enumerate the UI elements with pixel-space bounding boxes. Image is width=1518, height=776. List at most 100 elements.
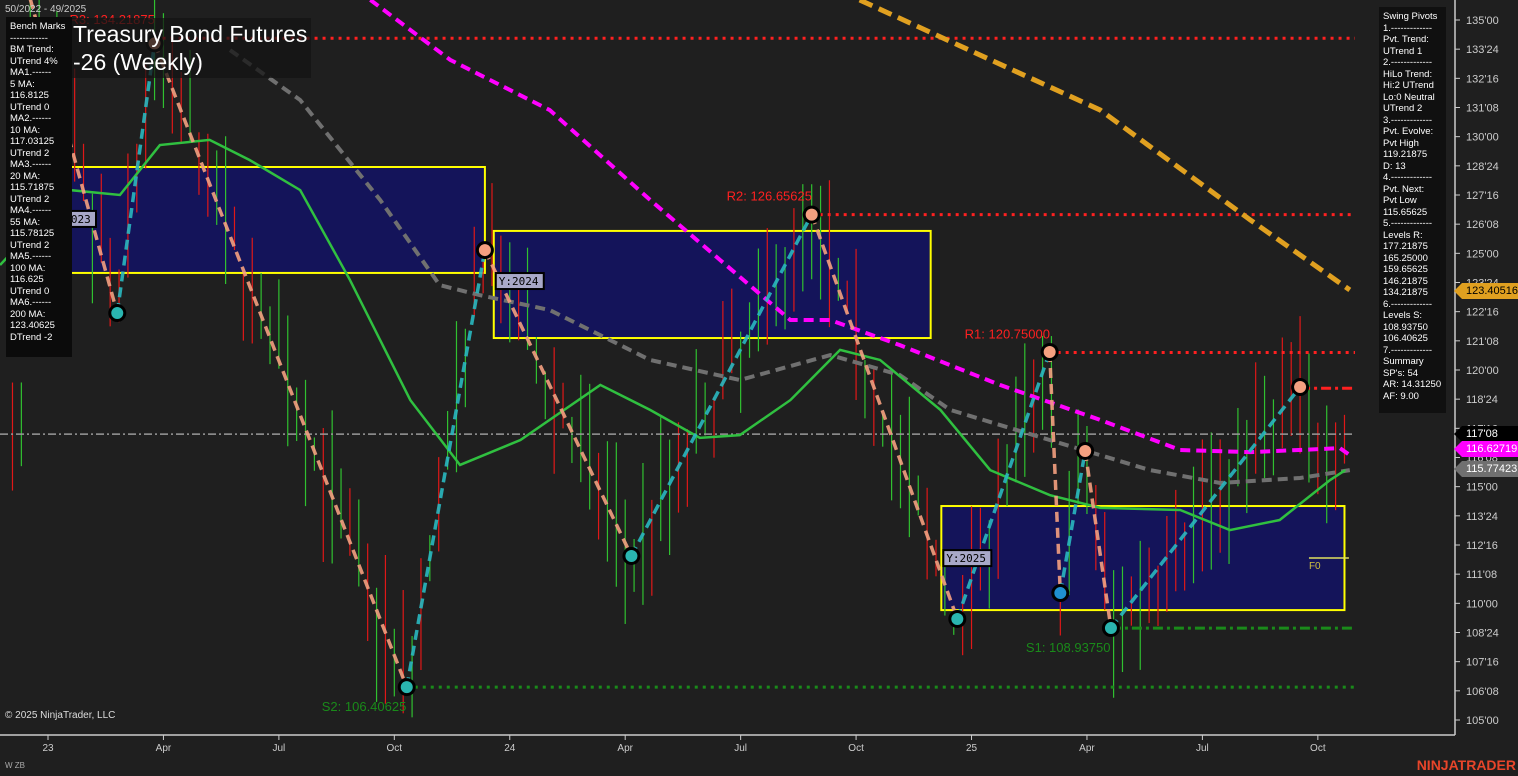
year-box <box>492 229 932 340</box>
panel-line: 7.------------- <box>1383 344 1433 356</box>
panel-line: 55 MA: <box>10 216 41 228</box>
panel-line: 177.21875 <box>1383 241 1428 252</box>
x-tick-label: Jul <box>1196 743 1209 754</box>
swing-line <box>152 42 409 688</box>
panel-line: Lo:0 Neutral <box>1383 91 1435 103</box>
panel-line: UTrend 2 <box>1383 103 1423 114</box>
panel-line: 119.21875 <box>1383 149 1428 160</box>
y-tick-label: 112'16 <box>1466 540 1498 552</box>
level-label: S2: 106.40625 <box>322 699 407 714</box>
panel-line: BM Trend: <box>10 44 54 55</box>
y-tick-label: 118'24 <box>1466 394 1498 406</box>
plot-area: R3: 134.21875R2: 126.65625R1: 120.75000S… <box>0 0 1355 718</box>
x-tick-label: Apr <box>617 743 633 754</box>
panel-line: 1.------------- <box>1383 22 1433 34</box>
panel-line: SP's: 54 <box>1383 367 1419 379</box>
f0-label: F0 <box>1309 561 1321 572</box>
x-tick-label: Oct <box>387 743 403 754</box>
panel-line: 100 MA: <box>10 262 46 274</box>
brand-logo: NINJATRADER <box>1416 757 1516 773</box>
moving-average-line <box>858 0 1352 293</box>
y-tick-label: 120'00 <box>1466 365 1499 377</box>
price-tag: 116.62719 <box>1454 440 1518 457</box>
panel-line: Bench Marks <box>10 21 66 32</box>
panel-line: MA2.------ <box>10 113 52 124</box>
x-tick-label: 23 <box>42 743 54 754</box>
y-tick-label: 121'08 <box>1466 336 1499 348</box>
y-tick-label: 105'00 <box>1466 715 1499 727</box>
pivot-low-marker <box>1104 622 1117 635</box>
panel-line: Swing Pivots <box>1383 11 1438 22</box>
y-tick-label: 132'16 <box>1466 73 1499 85</box>
y-tick-label: 115'00 <box>1466 482 1498 494</box>
copyright: © 2025 NinjaTrader, LLC <box>5 710 116 721</box>
panel-line: Levels S: <box>1383 310 1423 321</box>
panel-line: UTrend 0 <box>10 101 50 113</box>
panel-line: 20 MA: <box>10 170 41 182</box>
panel-line: 10 MA: <box>10 124 41 136</box>
panel-line: MA4.------ <box>10 205 52 216</box>
title-line-1: Treasury Bond Futures <box>73 21 308 47</box>
swing-pivots-panel: Swing Pivots 1.------------- Pvt. Trend: UT… <box>1379 7 1446 413</box>
x-tick-label: Jul <box>734 743 747 754</box>
panel-line: Pvt. Trend: <box>1383 34 1429 45</box>
x-tick-label: Apr <box>1079 743 1095 754</box>
panel-line: 3.------------- <box>1383 114 1433 126</box>
panel-line: 116.8125 <box>10 90 49 101</box>
panel-line: 165.25000 <box>1383 252 1428 264</box>
panel-line: MA3.------ <box>10 159 52 170</box>
y-tick-label: 131'08 <box>1466 102 1499 114</box>
panel-line: D: 13 <box>1383 160 1406 172</box>
panel-line: AF: 9.00 <box>1383 390 1419 402</box>
title-line-2: -26 (Weekly) <box>73 49 203 75</box>
panel-line: UTrend 2 <box>10 239 50 251</box>
panel-line: 108.93750 <box>1383 321 1428 333</box>
pivot-low-marker <box>625 549 638 562</box>
x-tick-label: Oct <box>848 743 864 754</box>
price-chart[interactable]: R3: 134.21875R2: 126.65625R1: 120.75000S… <box>0 0 1518 776</box>
panel-line: 4.------------- <box>1383 172 1433 183</box>
panel-line: UTrend 2 <box>10 193 50 205</box>
pivot-high-marker <box>1294 381 1307 394</box>
panel-line: 115.65625 <box>1383 206 1428 218</box>
y-tick-label: 127'16 <box>1466 190 1499 202</box>
panel-line: 159.65625 <box>1383 264 1428 275</box>
panel-line: HiLo Trend: <box>1383 68 1433 80</box>
panel-line: 117.03125 <box>10 136 55 147</box>
panel-line: MA6.------ <box>10 297 52 308</box>
y-tick-label: 125'00 <box>1466 248 1499 260</box>
pivot-low-marker <box>111 307 124 320</box>
y-tick-label: 110'00 <box>1466 598 1498 610</box>
x-tick-label: 24 <box>504 743 516 754</box>
swing-line <box>405 249 487 688</box>
chart-title: Treasury Bond Futures -26 (Weekly) <box>40 18 311 78</box>
panel-line: Summary <box>1383 356 1424 367</box>
panel-line: Levels R: <box>1383 229 1423 241</box>
level-label: R1: 120.75000 <box>965 326 1050 341</box>
panel-line: 123.40625 <box>10 320 55 331</box>
y-tick-label: 107'16 <box>1466 657 1499 669</box>
x-tick-label: 25 <box>966 743 978 754</box>
panel-line: Pvt High <box>1383 137 1419 149</box>
panel-line: Pvt. Next: <box>1383 183 1425 195</box>
panel-line: 146.21875 <box>1383 275 1428 287</box>
x-tick-label: Oct <box>1310 743 1326 754</box>
x-tick-label: Apr <box>156 743 172 754</box>
panel-line: 115.71875 <box>10 182 55 193</box>
price-tag: 123.40516 <box>1454 282 1518 299</box>
panel-line: 115.78125 <box>10 228 55 239</box>
panel-line: 200 MA: <box>10 308 46 320</box>
year-label: Y:2024 <box>499 275 539 288</box>
panel-line: MA1.------ <box>10 67 52 78</box>
year-box <box>940 505 1346 612</box>
panel-line: Pvt. Evolve: <box>1383 126 1434 137</box>
pivot-low-marker <box>1054 587 1067 600</box>
pivot-low-marker <box>400 681 413 694</box>
pivot-high-marker <box>1079 444 1092 457</box>
pivot-high-marker <box>478 244 491 257</box>
panel-line: 134.21875 <box>1383 287 1428 298</box>
panel-line: AR: 14.31250 <box>1383 379 1442 390</box>
panel-line: UTrend 2 <box>10 147 50 159</box>
panel-line: 106.40625 <box>1383 333 1428 344</box>
panel-line: DTrend -2 <box>10 331 53 343</box>
